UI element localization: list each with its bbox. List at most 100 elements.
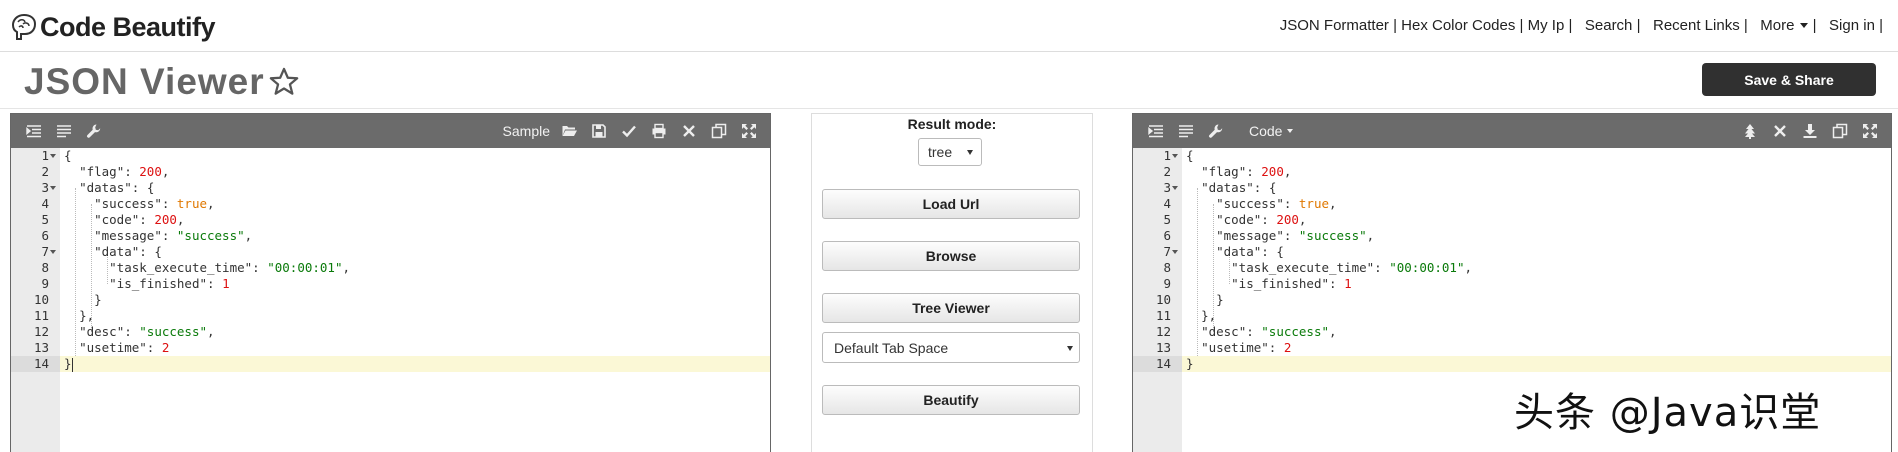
brace: { [64, 148, 72, 163]
nav-hex-color-codes[interactable]: Hex Color Codes [1401, 17, 1515, 34]
json-number: 200 [1276, 212, 1299, 227]
copy-icon[interactable] [1831, 122, 1849, 140]
input-code-editor[interactable]: 1{ 2 "flag": 200, 3 "datas": { 4 "succes… [11, 148, 770, 452]
browse-button[interactable]: Browse [822, 241, 1080, 271]
site-header: Code Beautify JSON Formatter | Hex Color… [0, 0, 1898, 52]
nav-separator: | [1515, 17, 1528, 34]
code-content[interactable]: 1{ 2 "flag": 200, 3 "datas": { 4 "succes… [11, 148, 770, 452]
nav-separator: | [1632, 17, 1653, 34]
beautify-button[interactable]: Beautify [822, 385, 1080, 415]
fold-arrow-icon[interactable] [50, 250, 56, 254]
code-line: 10 } [1156, 292, 1891, 308]
code-line-active: 14} [11, 356, 770, 372]
code-line: 2 "flag": 200, [41, 164, 770, 180]
nav-separator: | [1564, 17, 1585, 34]
json-number: 2 [161, 340, 170, 355]
fullscreen-expand-icon[interactable] [1861, 122, 1879, 140]
json-key: "success" [94, 196, 162, 211]
indent-icon[interactable] [25, 122, 43, 140]
code-line: 13 "usetime": 2 [34, 340, 770, 356]
code-line: 11 }, [34, 308, 770, 324]
copy-icon[interactable] [710, 122, 728, 140]
print-icon[interactable] [650, 122, 668, 140]
line-number: 12 [33, 324, 49, 339]
chevron-down-icon [1287, 129, 1294, 133]
line-number: 4 [41, 196, 49, 211]
json-key: "datas" [79, 180, 132, 195]
code-line: 5 "code": 200, [1163, 212, 1891, 228]
line-number: 8 [1163, 260, 1171, 275]
code-line: 1{ [41, 148, 770, 164]
nav-search[interactable]: Search [1585, 17, 1633, 34]
json-key: "task_execute_time" [109, 260, 253, 275]
brace: } [64, 356, 72, 371]
save-share-button[interactable]: Save & Share [1702, 63, 1876, 96]
chevron-down-icon [1800, 22, 1809, 28]
chevron-down-icon [967, 150, 973, 155]
align-lines-icon[interactable] [1177, 122, 1195, 140]
line-number: 2 [41, 164, 49, 179]
align-lines-icon[interactable] [55, 122, 73, 140]
wrench-icon[interactable] [1207, 122, 1225, 140]
tab-space-value: Default Tab Space [834, 339, 949, 356]
brace: { [1268, 180, 1277, 195]
fullscreen-expand-icon[interactable] [740, 122, 758, 140]
star-favorite-icon[interactable] [267, 65, 301, 99]
indent-icon[interactable] [1147, 122, 1165, 140]
brace: } [1186, 356, 1194, 371]
tree-icon[interactable] [1741, 122, 1759, 140]
fold-arrow-icon[interactable] [1172, 186, 1178, 190]
line-number: 6 [41, 228, 49, 243]
result-mode-value: tree [928, 144, 953, 160]
line-number: 1 [1163, 148, 1171, 163]
page-title-text: JSON Viewer [24, 61, 265, 102]
json-number: 200 [139, 164, 162, 179]
json-key: "data" [1216, 244, 1262, 259]
line-number: 11 [33, 308, 49, 323]
validate-check-icon[interactable] [620, 122, 638, 140]
fold-arrow-icon[interactable] [50, 186, 56, 190]
nav-recent-links[interactable]: Recent Links [1653, 17, 1740, 34]
line-number: 5 [1163, 212, 1171, 227]
wrench-icon[interactable] [85, 122, 103, 140]
sample-link[interactable]: Sample [503, 123, 550, 139]
json-boolean: true [1298, 196, 1330, 211]
tree-viewer-button[interactable]: Tree Viewer [822, 293, 1080, 323]
code-line: 4 "success": true, [41, 196, 770, 212]
tab-space-select[interactable]: Default Tab Space [822, 332, 1080, 363]
json-string: "success" [1298, 228, 1367, 243]
site-logo[interactable]: Code Beautify [10, 10, 216, 44]
save-icon[interactable] [590, 122, 608, 140]
json-key: "is_finished" [109, 276, 207, 291]
json-key: "flag" [79, 164, 125, 179]
code-dropdown[interactable]: Code [1249, 123, 1294, 139]
clear-close-icon[interactable] [1771, 122, 1789, 140]
result-mode-select[interactable]: tree [918, 138, 982, 166]
nav-more-label: More [1760, 17, 1795, 34]
clear-close-icon[interactable] [680, 122, 698, 140]
code-line: 6 "message": "success", [41, 228, 770, 244]
result-mode-label: Result mode: [907, 116, 997, 132]
logo-text: Code Beautify [40, 11, 216, 42]
code-line: 8 "task_execute_time": "00:00:01", [1163, 260, 1891, 276]
json-key: "message" [1216, 228, 1284, 243]
load-url-button[interactable]: Load Url [822, 189, 1080, 219]
brace: { [146, 180, 155, 195]
code-line: 4 "success": true, [1163, 196, 1891, 212]
line-number: 14 [1133, 356, 1182, 372]
fold-arrow-icon[interactable] [1172, 154, 1178, 158]
nav-more-dropdown[interactable]: More [1760, 17, 1809, 34]
json-number: 1 [1344, 276, 1352, 291]
nav-separator: | [1739, 17, 1761, 34]
download-icon[interactable] [1801, 122, 1819, 140]
folder-open-icon[interactable] [560, 122, 578, 140]
nav-sign-in[interactable]: Sign in [1829, 17, 1875, 34]
json-key: "code" [94, 212, 140, 227]
fold-arrow-icon[interactable] [50, 154, 56, 158]
line-number: 10 [33, 292, 49, 307]
line-number: 7 [1163, 244, 1171, 259]
nav-json-formatter[interactable]: JSON Formatter [1280, 17, 1389, 34]
nav-my-ip[interactable]: My Ip [1528, 17, 1565, 34]
fold-arrow-icon[interactable] [1172, 250, 1178, 254]
json-string: "success" [1261, 324, 1330, 339]
